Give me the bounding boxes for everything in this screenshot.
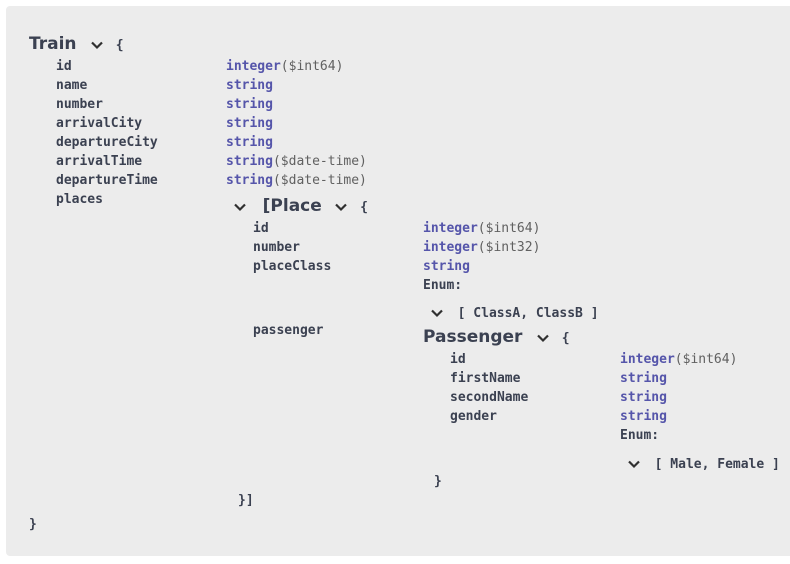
prop-type: integer($int32): [423, 240, 541, 255]
passenger-model-header[interactable]: Passenger {: [423, 327, 570, 348]
prop-name: passenger: [253, 323, 324, 338]
prop-name: departureCity: [56, 135, 158, 150]
prop-name: id: [56, 59, 72, 74]
prop-name: firstName: [450, 371, 521, 386]
train-model-header[interactable]: Train {: [29, 34, 124, 55]
enum-values: [ ClassA, ClassB ]: [457, 306, 599, 321]
prop-type: string: [620, 371, 667, 386]
enum-values: [ Male, Female ]: [654, 457, 780, 472]
chevron-down-icon[interactable]: [334, 200, 348, 214]
place-model-header[interactable]: [Place {: [233, 196, 368, 217]
model-title-place[interactable]: Place: [270, 196, 321, 216]
prop-name: departureTime: [56, 173, 158, 188]
close-brace: }: [434, 474, 442, 489]
prop-name: number: [253, 240, 300, 255]
prop-name: gender: [450, 409, 497, 424]
prop-name: name: [56, 78, 88, 93]
chevron-down-icon[interactable]: [233, 200, 247, 214]
prop-type: string: [226, 135, 273, 150]
prop-type: string: [226, 78, 273, 93]
prop-type: string: [620, 390, 667, 405]
close-brace: }: [29, 517, 37, 532]
prop-type: string($date-time): [226, 173, 367, 188]
prop-type: integer($int64): [226, 59, 344, 74]
prop-type: integer($int64): [423, 221, 541, 236]
prop-name: number: [56, 97, 103, 112]
model-title-train[interactable]: Train: [29, 34, 77, 54]
chevron-down-icon[interactable]: [627, 457, 641, 471]
open-brace: {: [360, 200, 368, 215]
prop-type: string: [226, 116, 273, 131]
prop-name: arrivalCity: [56, 116, 143, 131]
open-brace: {: [561, 331, 570, 346]
prop-name: secondName: [450, 390, 529, 405]
prop-name: id: [450, 352, 466, 367]
prop-name: places: [56, 192, 103, 207]
prop-name: placeClass: [253, 259, 332, 274]
chevron-down-icon[interactable]: [536, 331, 550, 345]
enum-values-placeclass[interactable]: [ ClassA, ClassB ]: [430, 302, 599, 323]
enum-values-gender[interactable]: [ Male, Female ]: [627, 453, 780, 474]
prop-type: string($date-time): [226, 154, 367, 169]
prop-type: string: [226, 97, 273, 112]
chevron-down-icon[interactable]: [90, 38, 104, 52]
close-bracket: }]: [238, 493, 254, 508]
prop-name: arrivalTime: [56, 154, 143, 169]
chevron-down-icon[interactable]: [430, 306, 444, 320]
enum-label: Enum:: [423, 278, 463, 293]
prop-type: string: [423, 259, 470, 274]
open-brace: {: [115, 38, 124, 53]
prop-type: string: [620, 409, 667, 424]
model-title-passenger[interactable]: Passenger: [423, 327, 522, 347]
enum-label: Enum:: [620, 428, 660, 443]
prop-type: integer($int64): [620, 352, 738, 367]
prop-name: id: [253, 221, 269, 236]
